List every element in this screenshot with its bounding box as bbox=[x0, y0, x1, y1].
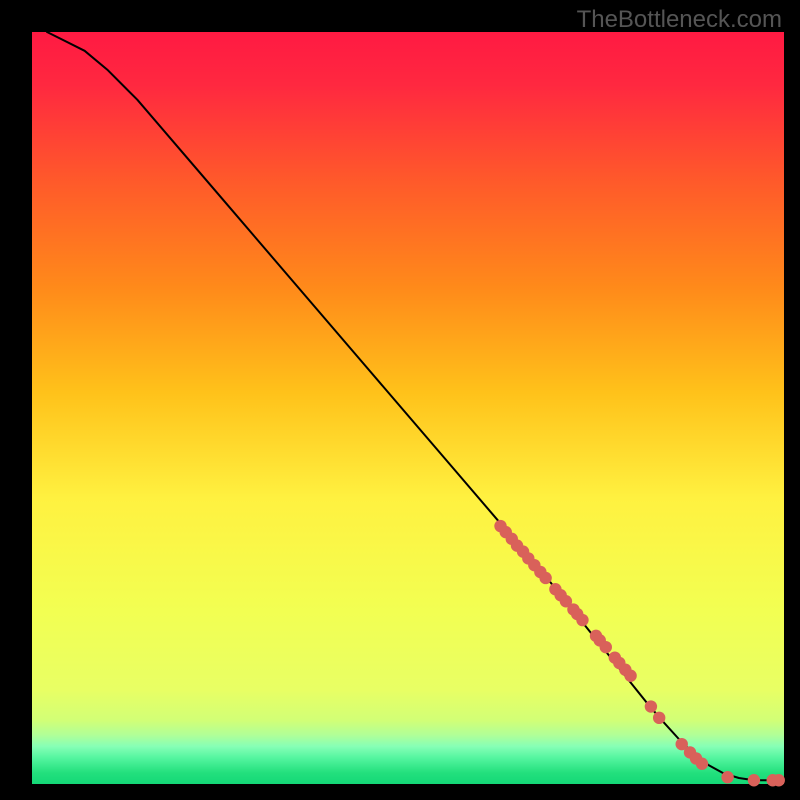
gradient-plot-area bbox=[32, 32, 784, 784]
highlight-point bbox=[576, 614, 588, 626]
highlight-point bbox=[600, 641, 612, 653]
highlight-point bbox=[645, 700, 657, 712]
highlight-point bbox=[748, 774, 760, 786]
highlight-point bbox=[624, 670, 636, 682]
highlight-point bbox=[653, 712, 665, 724]
bottleneck-curve-plot bbox=[0, 0, 800, 800]
highlight-point bbox=[721, 771, 733, 783]
highlight-point bbox=[696, 758, 708, 770]
highlight-point bbox=[773, 774, 785, 786]
chart-frame: TheBottleneck.com bbox=[0, 0, 800, 800]
highlight-point bbox=[539, 572, 551, 584]
